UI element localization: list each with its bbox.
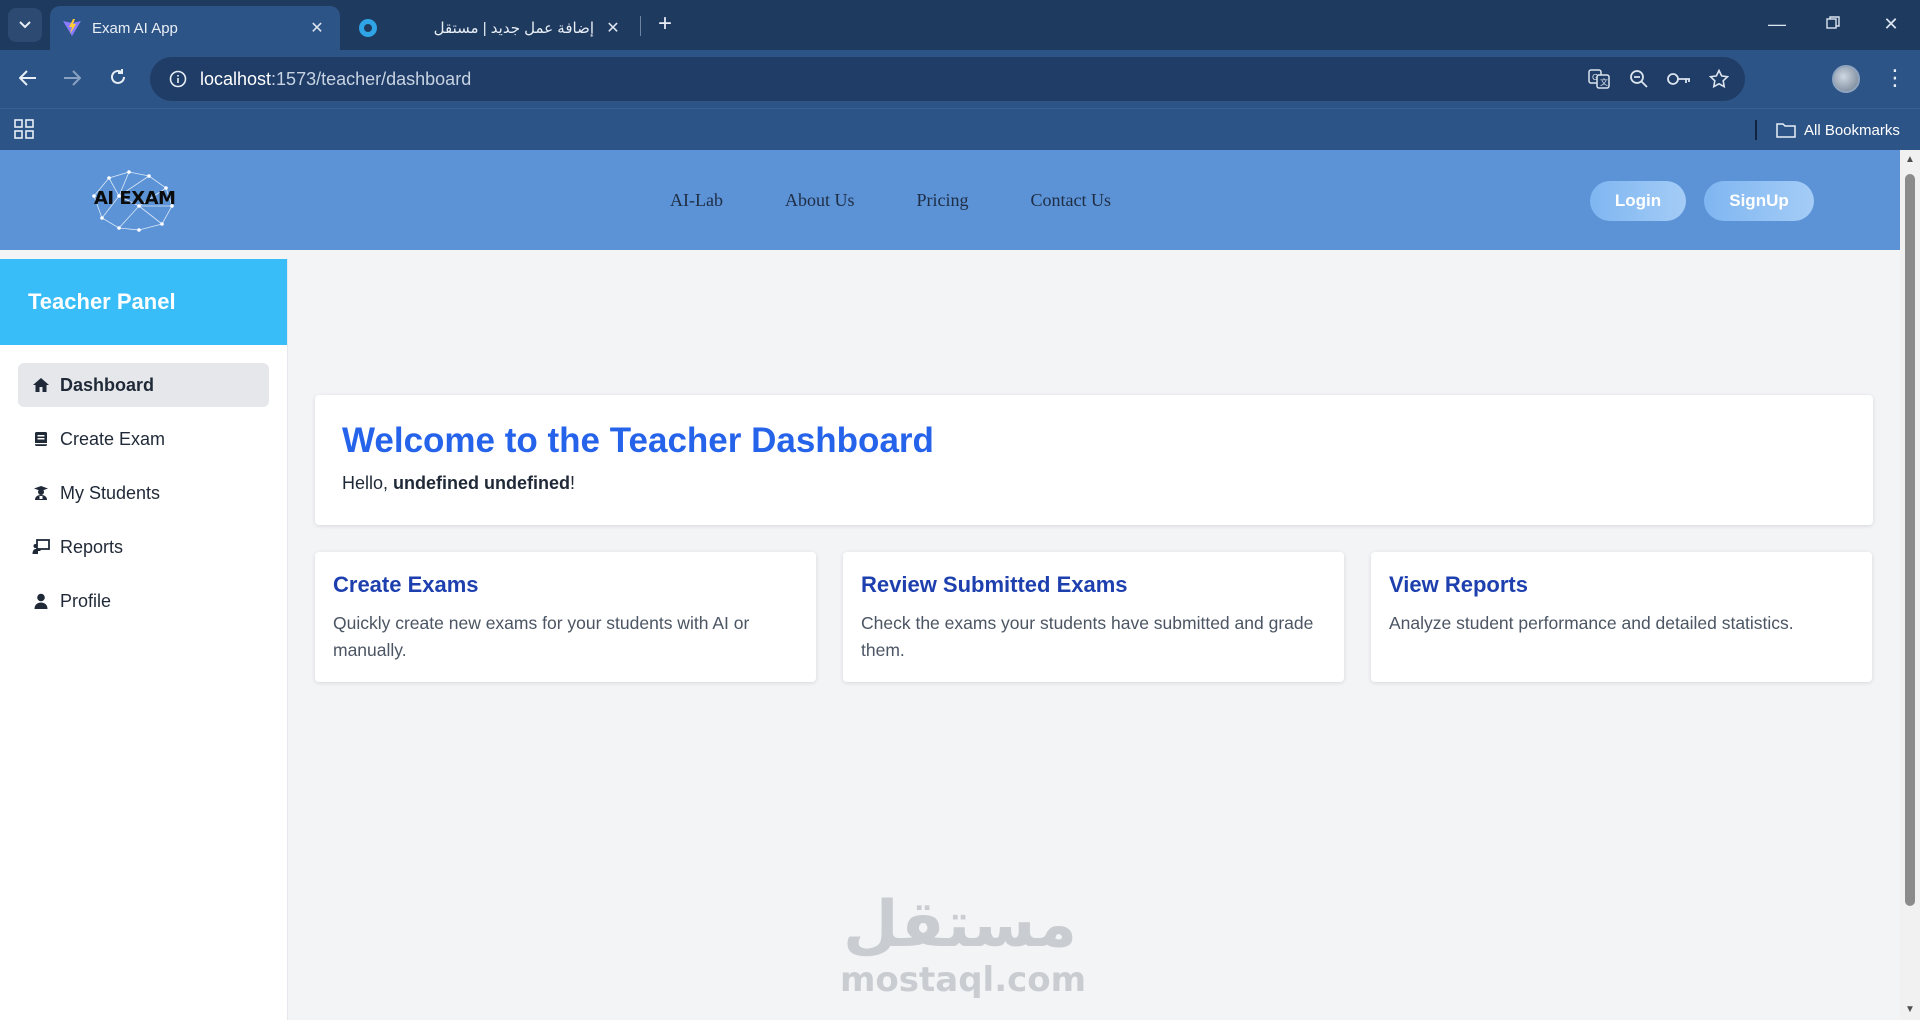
nav-about-us[interactable]: About Us [785, 190, 855, 211]
mostaql-watermark: مستقل mostaql.com [840, 888, 1087, 1000]
greeting-prefix: Hello, [342, 473, 394, 493]
url-host: localhost [200, 68, 272, 89]
restore-icon [1826, 16, 1840, 29]
greeting-name: undefined undefined [393, 473, 571, 493]
feature-cards: Create Exams Quickly create new exams fo… [315, 552, 1873, 682]
forward-button[interactable] [56, 63, 88, 95]
user-icon [32, 592, 50, 610]
student-icon [32, 484, 50, 502]
url-text[interactable]: localhost:1573/teacher/dashboard [200, 69, 471, 90]
greeting-suffix: ! [570, 473, 576, 493]
all-bookmarks-button[interactable]: All Bookmarks [1776, 109, 1900, 151]
card-text: Check the exams your students have submi… [861, 613, 1314, 660]
card-text: Quickly create new exams for your studen… [333, 613, 750, 660]
watermark-arabic: مستقل [842, 888, 1078, 962]
nav-ai-lab[interactable]: AI-Lab [670, 190, 723, 211]
chevron-down-icon [19, 21, 31, 29]
card-view-reports[interactable]: View Reports Analyze student performance… [1371, 552, 1872, 682]
arrow-left-icon [18, 70, 36, 86]
bookmarks-divider [1755, 120, 1757, 140]
bookmark-star-icon[interactable] [1703, 63, 1735, 95]
reload-button[interactable] [102, 63, 134, 95]
sidebar-item-label: Reports [60, 536, 124, 557]
tab-title: إضافة عمل جديد | مستقل [433, 20, 594, 37]
profile-avatar[interactable] [1832, 65, 1860, 93]
card-title: View Reports [1389, 572, 1528, 597]
sidebar-menu: Dashboard Create Exam My Students Report… [0, 345, 287, 651]
sidebar-item-create-exam[interactable]: Create Exam [18, 417, 269, 461]
welcome-panel: Welcome to the Teacher Dashboard Hello, … [315, 395, 1873, 525]
sidebar-title: Teacher Panel [0, 259, 287, 345]
close-window-button[interactable]: ✕ [1868, 8, 1914, 40]
minimize-button[interactable]: — [1754, 8, 1800, 40]
arrow-right-icon [64, 70, 82, 86]
page-scrollbar[interactable]: ▲ ▼ [1900, 150, 1920, 1020]
greeting-text: Hello, undefined undefined! [342, 473, 1846, 494]
browser-tab-strip: Exam AI App ✕ إضافة عمل جديد | مستقل ✕ +… [0, 0, 1920, 50]
tab-divider [640, 16, 641, 36]
logo-text: AI EXAM [94, 188, 176, 209]
tab-title: Exam AI App [92, 19, 178, 37]
reload-icon [111, 69, 125, 84]
folder-icon [1776, 123, 1796, 138]
card-text: Analyze student performance and detailed… [1389, 613, 1794, 633]
teacher-sidebar: Teacher Panel Dashboard Create Exam My S… [0, 259, 288, 1020]
chalkboard-icon [32, 538, 50, 556]
browser-menu-icon[interactable]: ⋮ [1880, 63, 1910, 95]
sidebar-item-label: Profile [60, 590, 112, 611]
card-title: Create Exams [333, 572, 479, 597]
tab-exam-ai-app[interactable]: Exam AI App ✕ [50, 6, 340, 50]
svg-text:G: G [1592, 73, 1598, 82]
card-title: Review Submitted Exams [861, 572, 1128, 597]
close-tab-icon[interactable]: ✕ [306, 18, 328, 38]
sidebar-item-label: My Students [60, 482, 161, 503]
card-review-submitted-exams[interactable]: Review Submitted Exams Check the exams y… [843, 552, 1344, 682]
url-path: :1573/teacher/dashboard [271, 68, 472, 89]
close-tab-icon[interactable]: ✕ [602, 18, 624, 38]
vite-favicon-icon [63, 19, 81, 36]
sidebar-item-reports[interactable]: Reports [18, 525, 269, 569]
restore-button[interactable] [1810, 8, 1856, 40]
scroll-thumb[interactable] [1905, 174, 1915, 906]
nav-pricing[interactable]: Pricing [917, 190, 969, 211]
apps-grid-icon[interactable] [14, 119, 34, 139]
svg-text:文: 文 [1600, 77, 1608, 87]
new-tab-button[interactable]: + [650, 10, 680, 40]
bookmarks-bar: All Bookmarks [0, 108, 1920, 150]
dashboard-content: Welcome to the Teacher Dashboard Hello, … [315, 395, 1873, 682]
sidebar-item-profile[interactable]: Profile [18, 579, 269, 623]
sidebar-item-my-students[interactable]: My Students [18, 471, 269, 515]
home-icon [32, 376, 50, 394]
address-bar[interactable]: localhost:1573/teacher/dashboard G文 [150, 57, 1745, 101]
card-create-exams[interactable]: Create Exams Quickly create new exams fo… [315, 552, 816, 682]
mostaql-favicon-icon [359, 19, 377, 37]
scroll-down-arrow-icon[interactable]: ▼ [1900, 1002, 1920, 1018]
sidebar-item-dashboard[interactable]: Dashboard [18, 363, 269, 407]
sidebar-item-label: Create Exam [60, 428, 166, 449]
site-logo[interactable]: AI EXAM [84, 166, 180, 236]
sidebar-item-label: Dashboard [60, 374, 155, 395]
all-bookmarks-label: All Bookmarks [1804, 121, 1900, 139]
translate-icon[interactable]: G文 [1583, 63, 1615, 95]
zoom-out-icon[interactable] [1623, 63, 1655, 95]
scroll-up-arrow-icon[interactable]: ▲ [1900, 152, 1920, 168]
site-info-icon[interactable] [156, 57, 200, 101]
browser-toolbar: localhost:1573/teacher/dashboard G文 ⋮ [0, 50, 1920, 108]
tab-search-button[interactable] [8, 8, 42, 42]
book-icon [32, 430, 50, 448]
signup-button[interactable]: SignUp [1704, 181, 1814, 221]
back-button[interactable] [12, 63, 44, 95]
login-button[interactable]: Login [1590, 181, 1686, 221]
nav-contact-us[interactable]: Contact Us [1031, 190, 1112, 211]
site-nav: AI-Lab About Us Pricing Contact Us [670, 150, 1111, 250]
site-header: AI EXAM AI-Lab About Us Pricing Contact … [0, 150, 1900, 250]
password-key-icon[interactable] [1663, 63, 1695, 95]
page-viewport: AI EXAM AI-Lab About Us Pricing Contact … [0, 150, 1920, 1020]
watermark-latin: mostaql.com [840, 960, 1087, 1000]
page-title: Welcome to the Teacher Dashboard [342, 421, 934, 460]
tab-mostaql[interactable]: إضافة عمل جديد | مستقل ✕ [346, 6, 636, 50]
